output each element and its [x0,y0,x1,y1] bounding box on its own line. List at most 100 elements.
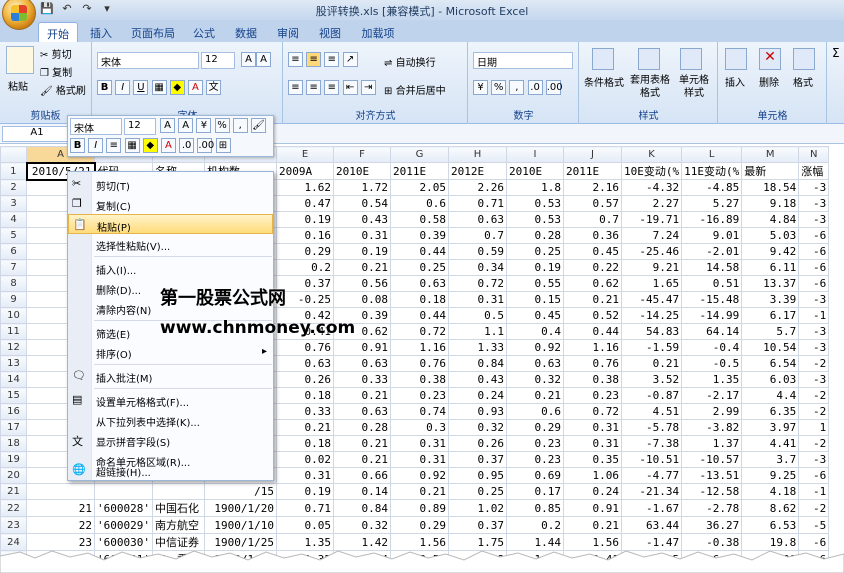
cell[interactable]: 1900/1/20 [203,499,277,517]
cell[interactable]: 0.63 [332,355,391,372]
cell[interactable]: 0.53 [505,211,564,228]
cell[interactable]: 0.4 [505,323,564,340]
cell[interactable]: 0.43 [332,211,391,228]
column-header-j[interactable]: J [562,146,622,163]
cell[interactable]: -2 [798,403,830,420]
cell[interactable]: 4.41 [741,435,800,452]
cell[interactable]: -4.32 [620,179,683,196]
cell[interactable]: -10.57 [681,451,743,468]
cut-button[interactable]: 剪切 [52,50,72,61]
column-header-f[interactable]: F [332,146,391,163]
currency-icon[interactable]: ¥ [473,80,488,95]
cell[interactable]: -13.51 [681,467,743,484]
cell[interactable]: 涨幅 [798,162,830,180]
cell[interactable]: 2010E [332,162,391,180]
cell[interactable]: -2 [798,387,830,404]
cell[interactable]: 1.02 [447,499,507,517]
menu-item-format-cells[interactable]: ▤ 设置单元格格式(F)... [68,390,273,410]
row-header[interactable]: 3 [0,195,27,212]
cell[interactable]: 0.21 [332,451,391,468]
cell[interactable]: 1.16 [389,339,449,356]
cell[interactable]: 0.19 [275,483,334,500]
menu-item-paste-special[interactable]: 选择性粘贴(V)... [68,234,273,254]
cell[interactable]: -16.89 [681,211,743,228]
cell[interactable]: 最新 [741,162,800,180]
cell[interactable]: -3 [798,323,830,340]
cell[interactable]: 0.74 [389,403,449,420]
mini-grow-font-icon[interactable]: A [160,118,175,133]
cell[interactable]: 0.34 [447,259,507,276]
cell[interactable]: 6.35 [741,403,800,420]
cell[interactable]: -0.4 [681,339,743,356]
cell[interactable]: 0.31 [447,291,507,308]
cell[interactable]: 0.6 [389,195,449,212]
cell[interactable]: 1.37 [681,435,743,452]
row-header[interactable]: 17 [0,419,27,436]
cell[interactable]: 1 [798,419,830,436]
cell[interactable]: 0.18 [275,387,334,404]
cell[interactable]: 0.23 [505,435,564,452]
cell[interactable]: 0.76 [389,355,449,372]
delete-cells-icon[interactable]: ✕ [759,48,781,70]
cell[interactable]: 3.39 [741,291,800,308]
cell[interactable]: 6.11 [741,259,800,276]
cell[interactable]: 0.26 [275,371,334,388]
font-color-icon[interactable]: A [187,80,203,95]
cell[interactable]: 0.23 [562,387,622,404]
cell[interactable]: -6 [798,243,830,260]
cell[interactable]: 0.19 [332,243,391,260]
tab-review[interactable]: 审阅 [272,22,304,42]
cell[interactable]: 14.58 [681,259,743,276]
cell[interactable]: 1.1 [447,323,507,340]
insert-cells-button[interactable]: 插入 [725,74,745,89]
cell[interactable]: 0.29 [275,243,334,260]
cell[interactable]: 0.66 [332,467,391,484]
cell[interactable]: -21.34 [620,483,683,500]
cell[interactable]: 0.38 [562,371,622,388]
shrink-font-icon[interactable]: A [256,52,271,67]
mini-brush-icon[interactable]: 🖌 [250,118,266,133]
cell[interactable]: 1.33 [447,339,507,356]
cell[interactable]: 0.29 [505,419,564,436]
align-top-icon[interactable]: ≡ [288,52,303,67]
cell[interactable]: 0.24 [562,483,622,500]
font-size-combo[interactable]: 12 [201,52,235,69]
cell[interactable]: 10.54 [741,339,800,356]
cell[interactable]: 6.17 [741,307,800,324]
cell[interactable]: 6.53 [741,516,800,534]
cell[interactable]: 0.31 [389,435,449,452]
cell[interactable]: 0.19 [505,259,564,276]
cell[interactable]: 2.26 [447,179,507,196]
cell[interactable]: -25.46 [620,243,683,260]
align-center-icon[interactable]: ≡ [306,80,322,95]
number-format-combo[interactable]: 日期 [473,52,573,69]
orientation-icon[interactable]: ↗ [342,52,358,67]
insert-cells-icon[interactable] [725,48,747,70]
row-header[interactable]: 18 [0,435,27,452]
cell[interactable]: 1.62 [275,179,334,196]
comma-icon[interactable]: , [509,80,525,95]
cell[interactable]: 0.25 [389,259,449,276]
menu-item-insert-comment[interactable]: 🗨 插入批注(M) [68,366,273,386]
indent-decrease-icon[interactable]: ⇤ [342,80,358,95]
cell[interactable]: 0.5 [447,307,507,324]
mini-font-color-icon[interactable]: A [160,138,176,153]
cell[interactable]: -3 [798,179,830,196]
cell[interactable]: 9.25 [741,467,800,484]
cell[interactable]: 0.31 [389,451,449,468]
cell[interactable]: 0.92 [389,467,449,484]
cell[interactable]: -3 [798,195,830,212]
increase-decimal-icon[interactable]: .0 [527,80,543,95]
cell[interactable]: 0.71 [275,499,334,517]
cell[interactable]: -14.25 [620,307,683,324]
align-right-icon[interactable]: ≡ [324,80,340,95]
cell[interactable]: 0.63 [447,211,507,228]
cell[interactable]: 11E变动(% [681,162,743,180]
cell[interactable]: 0.55 [505,275,564,292]
cell[interactable]: 0.37 [447,451,507,468]
cell[interactable]: 6.54 [741,355,800,372]
tab-data[interactable]: 数据 [230,22,262,42]
cell[interactable]: 9.21 [620,259,683,276]
cell[interactable]: 0.32 [332,516,391,534]
cell[interactable]: -5.78 [620,419,683,436]
